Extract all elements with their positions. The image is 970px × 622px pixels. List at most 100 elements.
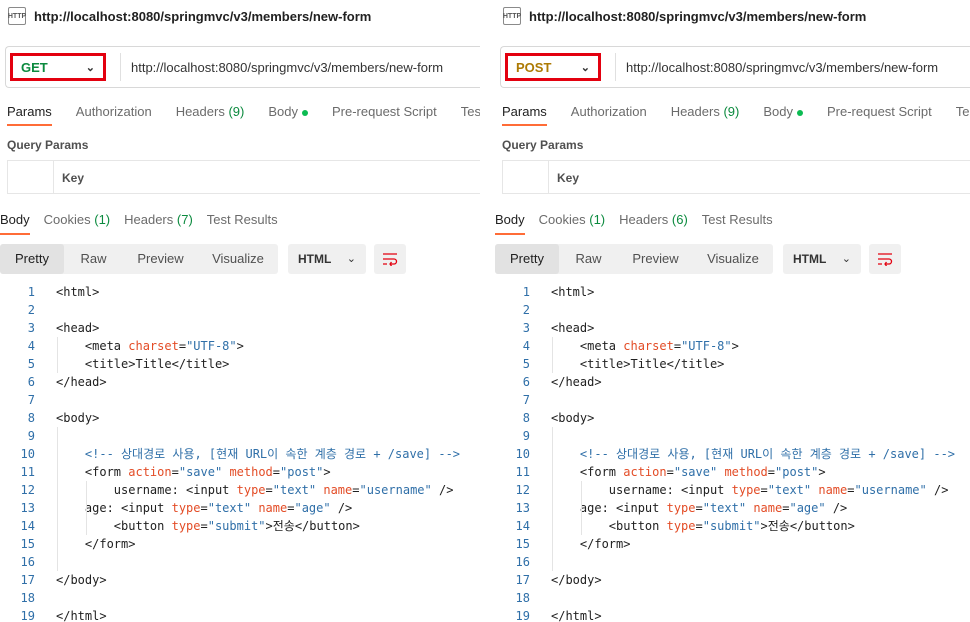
tab-authorization[interactable]: Authorization <box>571 100 647 128</box>
response-tab-body[interactable]: Body <box>495 203 525 235</box>
tab-params[interactable]: Params <box>7 100 52 128</box>
line-number: 6 <box>522 375 530 389</box>
view-preview-button[interactable]: Preview <box>618 244 693 274</box>
line-number: 16 <box>20 555 35 569</box>
chevron-down-icon: ⌄ <box>580 62 590 74</box>
indent-guide <box>57 337 58 373</box>
line-number: 6 <box>27 375 35 389</box>
code-line: 13 age: <input type="text" name="age" /> <box>0 499 480 517</box>
language-select[interactable]: HTML ⌄ <box>783 244 861 274</box>
code-token: </title> <box>171 357 230 371</box>
tab-headers[interactable]: Headers (9) <box>176 100 245 128</box>
postman-panel-get: HTTP http://localhost:8080/springmvc/v3/m… <box>0 0 480 622</box>
line-number: 4 <box>522 339 530 353</box>
tab-body[interactable]: Body <box>268 100 308 128</box>
indent-guide <box>86 481 87 535</box>
word-wrap-button[interactable] <box>374 244 406 274</box>
code-token: /> <box>330 501 353 515</box>
code-token: = <box>847 483 855 497</box>
code-text: age: <input type="text" name="age" /> <box>551 499 847 517</box>
code-line: 17 </body> <box>0 571 480 589</box>
view-preview-button[interactable]: Preview <box>123 244 198 274</box>
code-token: type <box>666 519 696 533</box>
code-token: Title <box>630 357 667 371</box>
code-text: </body> <box>56 571 107 589</box>
code-token: username: <input <box>56 483 237 497</box>
line-number: 10 <box>515 447 530 461</box>
code-line: 7 <box>495 391 970 409</box>
code-token: name <box>323 483 353 497</box>
url-input[interactable]: http://localhost:8080/springmvc/v3/membe… <box>626 60 938 75</box>
view-pretty-button[interactable]: Pretty <box>495 244 559 274</box>
line-number: 9 <box>522 429 530 443</box>
line-number: 11 <box>20 465 35 479</box>
code-line: 16 <box>0 553 480 571</box>
code-token: type <box>171 501 201 515</box>
tab-tes[interactable]: Tes <box>461 100 480 128</box>
code-text: </html> <box>56 607 107 622</box>
code-token: charset <box>623 339 674 353</box>
code-token: "save" <box>673 465 718 479</box>
response-tab-body[interactable]: Body <box>0 203 30 235</box>
code-line: 7 <box>0 391 480 409</box>
checkbox-column <box>503 161 549 193</box>
code-line: 14 <button type="submit">전송</button> <box>0 517 480 535</box>
tab-body[interactable]: Body <box>763 100 803 128</box>
line-number: 7 <box>27 393 35 407</box>
code-line: 19 </html> <box>0 607 480 622</box>
code-line: 11 <form action="save" method="post"> <box>495 463 970 481</box>
view-raw-button[interactable]: Raw <box>559 244 618 274</box>
method-label: POST <box>516 59 552 75</box>
code-token: > <box>323 465 331 479</box>
tab-count: (9) <box>723 104 740 119</box>
code-line: 10 <!-- 상대경로 사용, [현재 URL이 속한 계층 경로 + /sa… <box>495 445 970 463</box>
code-line: 18 <box>0 589 480 607</box>
code-token: /> <box>926 483 949 497</box>
tab-headers[interactable]: Headers (9) <box>671 100 740 128</box>
view-pretty-button[interactable]: Pretty <box>0 244 64 274</box>
http-file-icon: HTTP <box>503 7 521 25</box>
code-token: "text" <box>272 483 317 497</box>
url-input[interactable]: http://localhost:8080/springmvc/v3/membe… <box>131 60 443 75</box>
code-line: 15 </form> <box>0 535 480 553</box>
code-token: type <box>666 501 696 515</box>
response-tabs: Body Cookies (1) Headers (7) Test Results <box>0 203 480 235</box>
line-number: 8 <box>27 411 35 425</box>
method-select[interactable]: GET ⌄ <box>10 53 106 81</box>
word-wrap-button[interactable] <box>869 244 901 274</box>
code-token: = <box>695 501 703 515</box>
line-number: 13 <box>20 501 35 515</box>
line-number: 1 <box>522 285 530 299</box>
line-number: 10 <box>20 447 35 461</box>
code-text: age: <input type="text" name="age" /> <box>56 499 352 517</box>
response-tab-headers[interactable]: Headers (7) <box>124 203 193 233</box>
code-token: charset <box>128 339 179 353</box>
query-params-title: Query Params <box>7 138 89 152</box>
response-tab-cookies[interactable]: Cookies (1) <box>44 203 110 233</box>
line-number: 3 <box>522 321 530 335</box>
language-select[interactable]: HTML ⌄ <box>288 244 366 274</box>
tab-pre-request-script[interactable]: Pre-request Script <box>827 100 932 128</box>
response-tab-cookies[interactable]: Cookies (1) <box>539 203 605 233</box>
method-select[interactable]: POST ⌄ <box>505 53 601 81</box>
tab-label: Test Results <box>206 212 278 227</box>
response-tab-test-results[interactable]: Test Results <box>207 203 278 233</box>
key-column-header: Key <box>557 171 580 185</box>
response-tab-test-results[interactable]: Test Results <box>702 203 773 233</box>
code-token: "submit" <box>702 519 761 533</box>
code-token: = <box>673 339 682 353</box>
view-visualize-button[interactable]: Visualize <box>198 244 278 274</box>
code-text: <!-- 상대경로 사용, [현재 URL이 속한 계층 경로 + /save]… <box>56 445 460 463</box>
code-line: 14 <button type="submit">전송</button> <box>495 517 970 535</box>
view-visualize-button[interactable]: Visualize <box>693 244 773 274</box>
tab-te[interactable]: Te <box>956 100 970 128</box>
view-raw-button[interactable]: Raw <box>64 244 123 274</box>
tab-params[interactable]: Params <box>502 100 547 128</box>
code-token: > <box>818 465 826 479</box>
tab-pre-request-script[interactable]: Pre-request Script <box>332 100 437 128</box>
response-tab-headers[interactable]: Headers (6) <box>619 203 688 233</box>
tab-authorization[interactable]: Authorization <box>76 100 152 128</box>
code-text: <button type="submit">전송</button> <box>551 517 855 535</box>
code-token: age: <input <box>551 501 667 515</box>
tab-label: Authorization <box>75 104 152 119</box>
